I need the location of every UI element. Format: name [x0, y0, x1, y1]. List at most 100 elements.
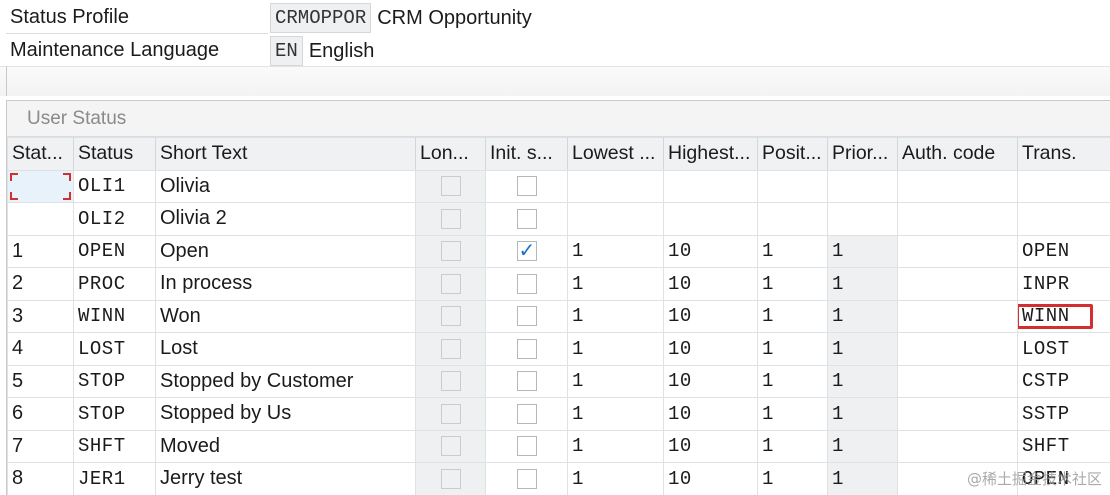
column-header-stat[interactable]: Stat...	[7, 137, 74, 171]
cell-init-status[interactable]	[485, 299, 568, 333]
cell-lowest[interactable]: 1	[567, 397, 664, 431]
column-header-long-text[interactable]: Lon...	[415, 137, 486, 171]
table-row[interactable]: OLI2 Olivia 2	[7, 202, 1110, 236]
cell-lowest[interactable]: 1	[567, 299, 664, 333]
table-row[interactable]: 3 WINN Won 1 10 1 1 WINN	[7, 299, 1110, 333]
cell-highest[interactable]: 10	[663, 332, 758, 366]
cell-highest[interactable]	[663, 202, 758, 236]
cell-stat[interactable]: 4	[7, 332, 74, 366]
table-row[interactable]: 1OPENOpen11011OPEN	[7, 234, 1110, 268]
cell-priority[interactable]: 1	[827, 429, 898, 463]
table-row[interactable]: 6 STOP Stopped by Us 1 10 1 1 SSTP	[7, 397, 1110, 431]
column-header-trans[interactable]: Trans.	[1017, 137, 1110, 171]
cell-short-text[interactable]: Olivia 2	[155, 202, 416, 236]
cell-lowest[interactable]: 1	[567, 429, 664, 463]
cell-init-status[interactable]	[485, 267, 568, 301]
cell-auth-code[interactable]	[897, 332, 1018, 366]
cell-trans[interactable]: OPEN	[1017, 234, 1110, 268]
cell-long-text[interactable]	[415, 332, 486, 366]
cell-short-text[interactable]: Stopped by Us	[155, 397, 416, 431]
cell-stat[interactable]: 3	[7, 299, 74, 333]
column-header-init-status[interactable]: Init. s...	[485, 137, 568, 171]
maintenance-language-field[interactable]: EN	[270, 36, 303, 66]
cell-auth-code[interactable]	[897, 202, 1018, 236]
cell-trans[interactable]	[1017, 169, 1110, 203]
cell-trans[interactable]: CSTP	[1017, 364, 1110, 398]
cell-short-text[interactable]: Jerry test	[155, 462, 416, 495]
cell-short-text[interactable]: Olivia	[155, 169, 416, 203]
cell-priority[interactable]: 1	[827, 364, 898, 398]
cell-trans[interactable]: SSTP	[1017, 397, 1110, 431]
cell-init-status[interactable]	[485, 429, 568, 463]
column-header-position[interactable]: Posit...	[757, 137, 828, 171]
cell-stat[interactable]: 8	[7, 462, 74, 495]
cell-highest[interactable]: 10	[663, 429, 758, 463]
cell-priority[interactable]: 1	[827, 267, 898, 301]
cell-priority[interactable]: 1	[827, 234, 898, 268]
initial-status-checkbox[interactable]	[516, 403, 537, 424]
cell-auth-code[interactable]	[897, 364, 1018, 398]
cell-long-text[interactable]	[415, 267, 486, 301]
table-row[interactable]: 5 STOP Stopped by Customer 1 10 1 1 CSTP	[7, 364, 1110, 398]
cell-priority[interactable]: 1	[827, 332, 898, 366]
cell-position[interactable]: 1	[757, 397, 828, 431]
cell-stat[interactable]: 2	[7, 267, 74, 301]
cell-short-text[interactable]: Stopped by Customer	[155, 364, 416, 398]
cell-highest[interactable]: 10	[663, 234, 758, 268]
table-row[interactable]: 8 JER1 Jerry test 1 10 1 1 OPEN	[7, 462, 1110, 495]
cell-position[interactable]: 1	[757, 364, 828, 398]
cell-short-text[interactable]: Won	[155, 299, 416, 333]
cell-position[interactable]	[757, 202, 828, 236]
cell-priority[interactable]: 1	[827, 397, 898, 431]
cell-status[interactable]: STOP	[73, 364, 156, 398]
cell-init-status[interactable]	[485, 202, 568, 236]
initial-status-checkbox[interactable]	[516, 468, 537, 489]
initial-status-checkbox[interactable]	[516, 238, 537, 262]
cell-trans[interactable]: INPR	[1017, 267, 1110, 301]
cell-stat[interactable]: 1	[7, 234, 74, 268]
cell-init-status[interactable]	[485, 332, 568, 366]
cell-long-text[interactable]	[415, 202, 486, 236]
cell-status[interactable]: OLI1	[73, 169, 156, 203]
cell-auth-code[interactable]	[897, 429, 1018, 463]
initial-status-checkbox[interactable]	[516, 176, 537, 197]
cell-lowest[interactable]: 1	[567, 462, 664, 495]
cell-position[interactable]: 1	[757, 462, 828, 495]
cell-long-text[interactable]	[415, 397, 486, 431]
cell-highest[interactable]: 10	[663, 299, 758, 333]
cell-status[interactable]: OLI2	[73, 202, 156, 236]
cell-highest[interactable]: 10	[663, 267, 758, 301]
cell-long-text[interactable]	[415, 364, 486, 398]
initial-status-checkbox[interactable]	[516, 371, 537, 392]
column-header-short-text[interactable]: Short Text	[155, 137, 416, 171]
cell-lowest[interactable]: 1	[567, 364, 664, 398]
initial-status-checkbox[interactable]	[516, 436, 537, 457]
column-header-lowest[interactable]: Lowest ...	[567, 137, 664, 171]
table-row[interactable]: 4 LOST Lost 1 10 1 1 LOST	[7, 332, 1110, 366]
cell-highest[interactable]	[663, 169, 758, 203]
cell-position[interactable]: 1	[757, 332, 828, 366]
cell-short-text[interactable]: Moved	[155, 429, 416, 463]
cell-auth-code[interactable]	[897, 299, 1018, 333]
cell-long-text[interactable]	[415, 234, 486, 268]
cell-highest[interactable]: 10	[663, 364, 758, 398]
cell-trans[interactable]: WINN	[1017, 299, 1110, 333]
cell-short-text[interactable]: Open	[155, 234, 416, 268]
cell-priority[interactable]	[827, 202, 898, 236]
cell-init-status[interactable]	[485, 462, 568, 495]
cell-init-status[interactable]	[485, 364, 568, 398]
cell-init-status[interactable]	[485, 397, 568, 431]
cell-position[interactable]	[757, 169, 828, 203]
column-header-priority[interactable]: Prior...	[827, 137, 898, 171]
cell-init-status[interactable]	[485, 169, 568, 203]
table-row[interactable]: 2 PROC In process 1 10 1 1 INPR	[7, 267, 1110, 301]
cell-short-text[interactable]: Lost	[155, 332, 416, 366]
cell-status[interactable]: WINN	[73, 299, 156, 333]
table-row[interactable]: 7 SHFT Moved 1 10 1 1 SHFT	[7, 429, 1110, 463]
cell-status[interactable]: SHFT	[73, 429, 156, 463]
cell-status[interactable]: LOST	[73, 332, 156, 366]
cell-init-status[interactable]	[485, 234, 568, 268]
table-row[interactable]: OLI1 Olivia	[7, 169, 1110, 203]
cell-trans[interactable]: LOST	[1017, 332, 1110, 366]
status-profile-field[interactable]: CRMOPPOR	[270, 3, 372, 33]
